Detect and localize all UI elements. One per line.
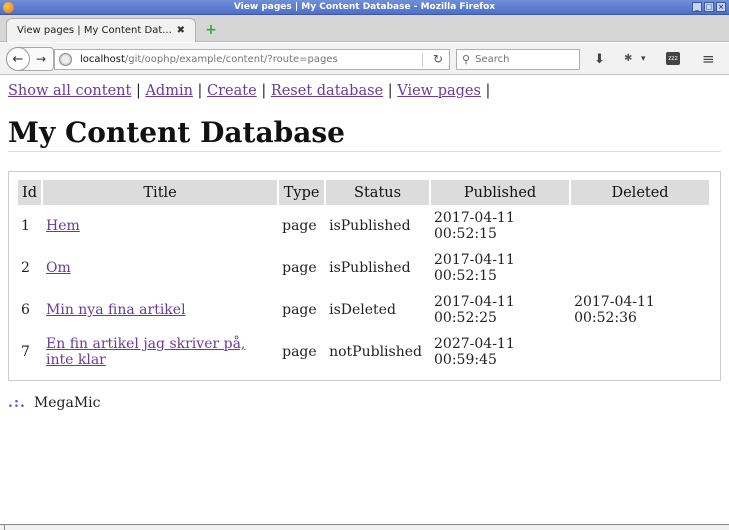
table-row: 7 En fin artikel jag skriver på, inte kl… [18, 331, 709, 373]
link-view-pages[interactable]: View pages [397, 83, 481, 99]
nav-separator: | [261, 83, 267, 99]
search-icon: ⚲ [462, 53, 471, 66]
cell-status: isDeleted [329, 302, 396, 318]
cell-type: page [282, 302, 317, 318]
window-controls: _ □ × [692, 2, 726, 12]
nav-separator: | [485, 83, 491, 99]
table-row: 1 Hem page isPublished 2017-04-11 00:52:1… [18, 205, 709, 247]
forward-button[interactable]: → [30, 52, 52, 66]
header-deleted: Deleted [571, 180, 709, 205]
header-title: Title [43, 180, 278, 205]
link-show-all-content[interactable]: Show all content [8, 83, 131, 99]
title-link[interactable]: Min nya fina artikel [46, 302, 186, 318]
new-tab-icon[interactable]: + [205, 23, 217, 37]
window-title: View pages | My Content Database - Mozil… [233, 2, 496, 12]
window-bottom-edge [0, 524, 729, 530]
cell-published: 2017-04-11 00:52:25 [431, 289, 569, 331]
cell-id: 7 [21, 344, 30, 360]
tab-close-icon[interactable]: ✖ [177, 25, 185, 36]
globe-icon [59, 53, 72, 66]
header-published: Published [431, 180, 570, 205]
close-window-button[interactable]: × [716, 2, 726, 12]
url-path: /git/oophp/example/content/?route=pages [124, 54, 338, 65]
header-status: Status [326, 180, 430, 205]
nav-separator: | [135, 83, 141, 99]
back-forward-group: ← → [6, 47, 54, 71]
link-reset-database[interactable]: Reset database [271, 83, 383, 99]
url-divider [422, 53, 423, 67]
header-id: Id [18, 180, 42, 205]
cell-status: notPublished [329, 344, 422, 360]
published-date: 2017-04-11 [434, 252, 515, 268]
title-link[interactable]: Hem [46, 218, 80, 234]
nav-separator: | [197, 83, 203, 99]
table-header-row: Id Title Type Status Published Deleted [18, 180, 709, 205]
maximize-button[interactable]: □ [704, 2, 714, 12]
published-time: 00:52:15 [434, 268, 497, 284]
table-row: 2 Om page isPublished 2017-04-11 00:52:15 [18, 247, 709, 289]
cell-type: page [282, 260, 317, 276]
nav-separator: | [387, 83, 393, 99]
url-bar[interactable]: localhost/git/oophp/example/content/?rou… [54, 49, 450, 70]
download-icon[interactable]: ⬇ [594, 52, 605, 67]
title-link[interactable]: Om [46, 260, 71, 276]
cell-type: page [282, 218, 317, 234]
minimize-button[interactable]: _ [692, 2, 702, 12]
cell-published: 2027-04-11 00:59:45 [431, 331, 569, 373]
cell-published: 2017-04-11 00:52:15 [431, 247, 569, 289]
link-create[interactable]: Create [207, 83, 257, 99]
page-title: My Content Database [8, 116, 721, 152]
page-footer: .:. MegaMic [8, 395, 721, 411]
published-date: 2027-04-11 [434, 336, 515, 352]
window-title-bar: View pages | My Content Database - Mozil… [0, 0, 729, 15]
status-corner [4, 524, 19, 530]
search-input[interactable] [475, 54, 571, 65]
reload-icon[interactable]: ↻ [433, 52, 443, 66]
tab-title: View pages | My Content Dat... [17, 25, 172, 36]
back-button[interactable]: ← [6, 47, 30, 71]
cell-id: 6 [21, 302, 30, 318]
cell-published: 2017-04-11 00:52:15 [431, 205, 569, 247]
cell-deleted: 2017-04-11 00:52:36 [571, 289, 709, 331]
footer-dots: .:. [8, 395, 26, 411]
table-row: 6 Min nya fina artikel page isDeleted 20… [18, 289, 709, 331]
content-table: Id Title Type Status Published Deleted 1… [16, 180, 711, 373]
link-admin[interactable]: Admin [145, 83, 192, 99]
addon-icon[interactable]: ✱ [624, 53, 632, 64]
cell-deleted [571, 205, 709, 247]
cell-deleted [571, 247, 709, 289]
deleted-time: 00:52:36 [574, 310, 637, 326]
cell-deleted [571, 331, 709, 373]
published-time: 00:52:15 [434, 226, 497, 242]
cell-title: En fin artikel jag skriver på, inte klar [43, 331, 277, 373]
cell-id: 1 [21, 218, 30, 234]
cell-title: Min nya fina artikel [43, 289, 277, 331]
page-content: Show all content | Admin | Create | Rese… [8, 76, 721, 411]
sleep-icon[interactable]: zzz [666, 52, 680, 65]
tab-view-pages[interactable]: View pages | My Content Dat... ✖ [6, 18, 196, 42]
firefox-icon [3, 2, 14, 13]
title-link[interactable]: En fin artikel jag skriver på, inte klar [46, 336, 245, 368]
header-type: Type [279, 180, 325, 205]
cell-title: Om [43, 247, 277, 289]
published-date: 2017-04-11 [434, 210, 515, 226]
search-bar: ⚲ [456, 49, 580, 70]
cell-status: isPublished [329, 218, 411, 234]
navigation-toolbar: ← → localhost/git/oophp/example/content/… [0, 43, 729, 75]
published-date: 2017-04-11 [434, 294, 515, 310]
published-time: 00:59:45 [434, 352, 497, 368]
top-navigation: Show all content | Admin | Create | Rese… [8, 83, 721, 99]
cell-status: isPublished [329, 260, 411, 276]
hamburger-menu-icon[interactable]: ≡ [702, 50, 715, 68]
chevron-down-icon[interactable]: ▾ [641, 54, 646, 64]
cell-title: Hem [43, 205, 277, 247]
content-table-container: Id Title Type Status Published Deleted 1… [8, 171, 721, 381]
deleted-date: 2017-04-11 [574, 294, 655, 310]
url-host: localhost [80, 54, 125, 65]
cell-id: 2 [21, 260, 30, 276]
tab-strip: View pages | My Content Dat... ✖ + [0, 15, 729, 42]
footer-text: MegaMic [33, 395, 101, 411]
published-time: 00:52:25 [434, 310, 497, 326]
cell-type: page [282, 344, 317, 360]
